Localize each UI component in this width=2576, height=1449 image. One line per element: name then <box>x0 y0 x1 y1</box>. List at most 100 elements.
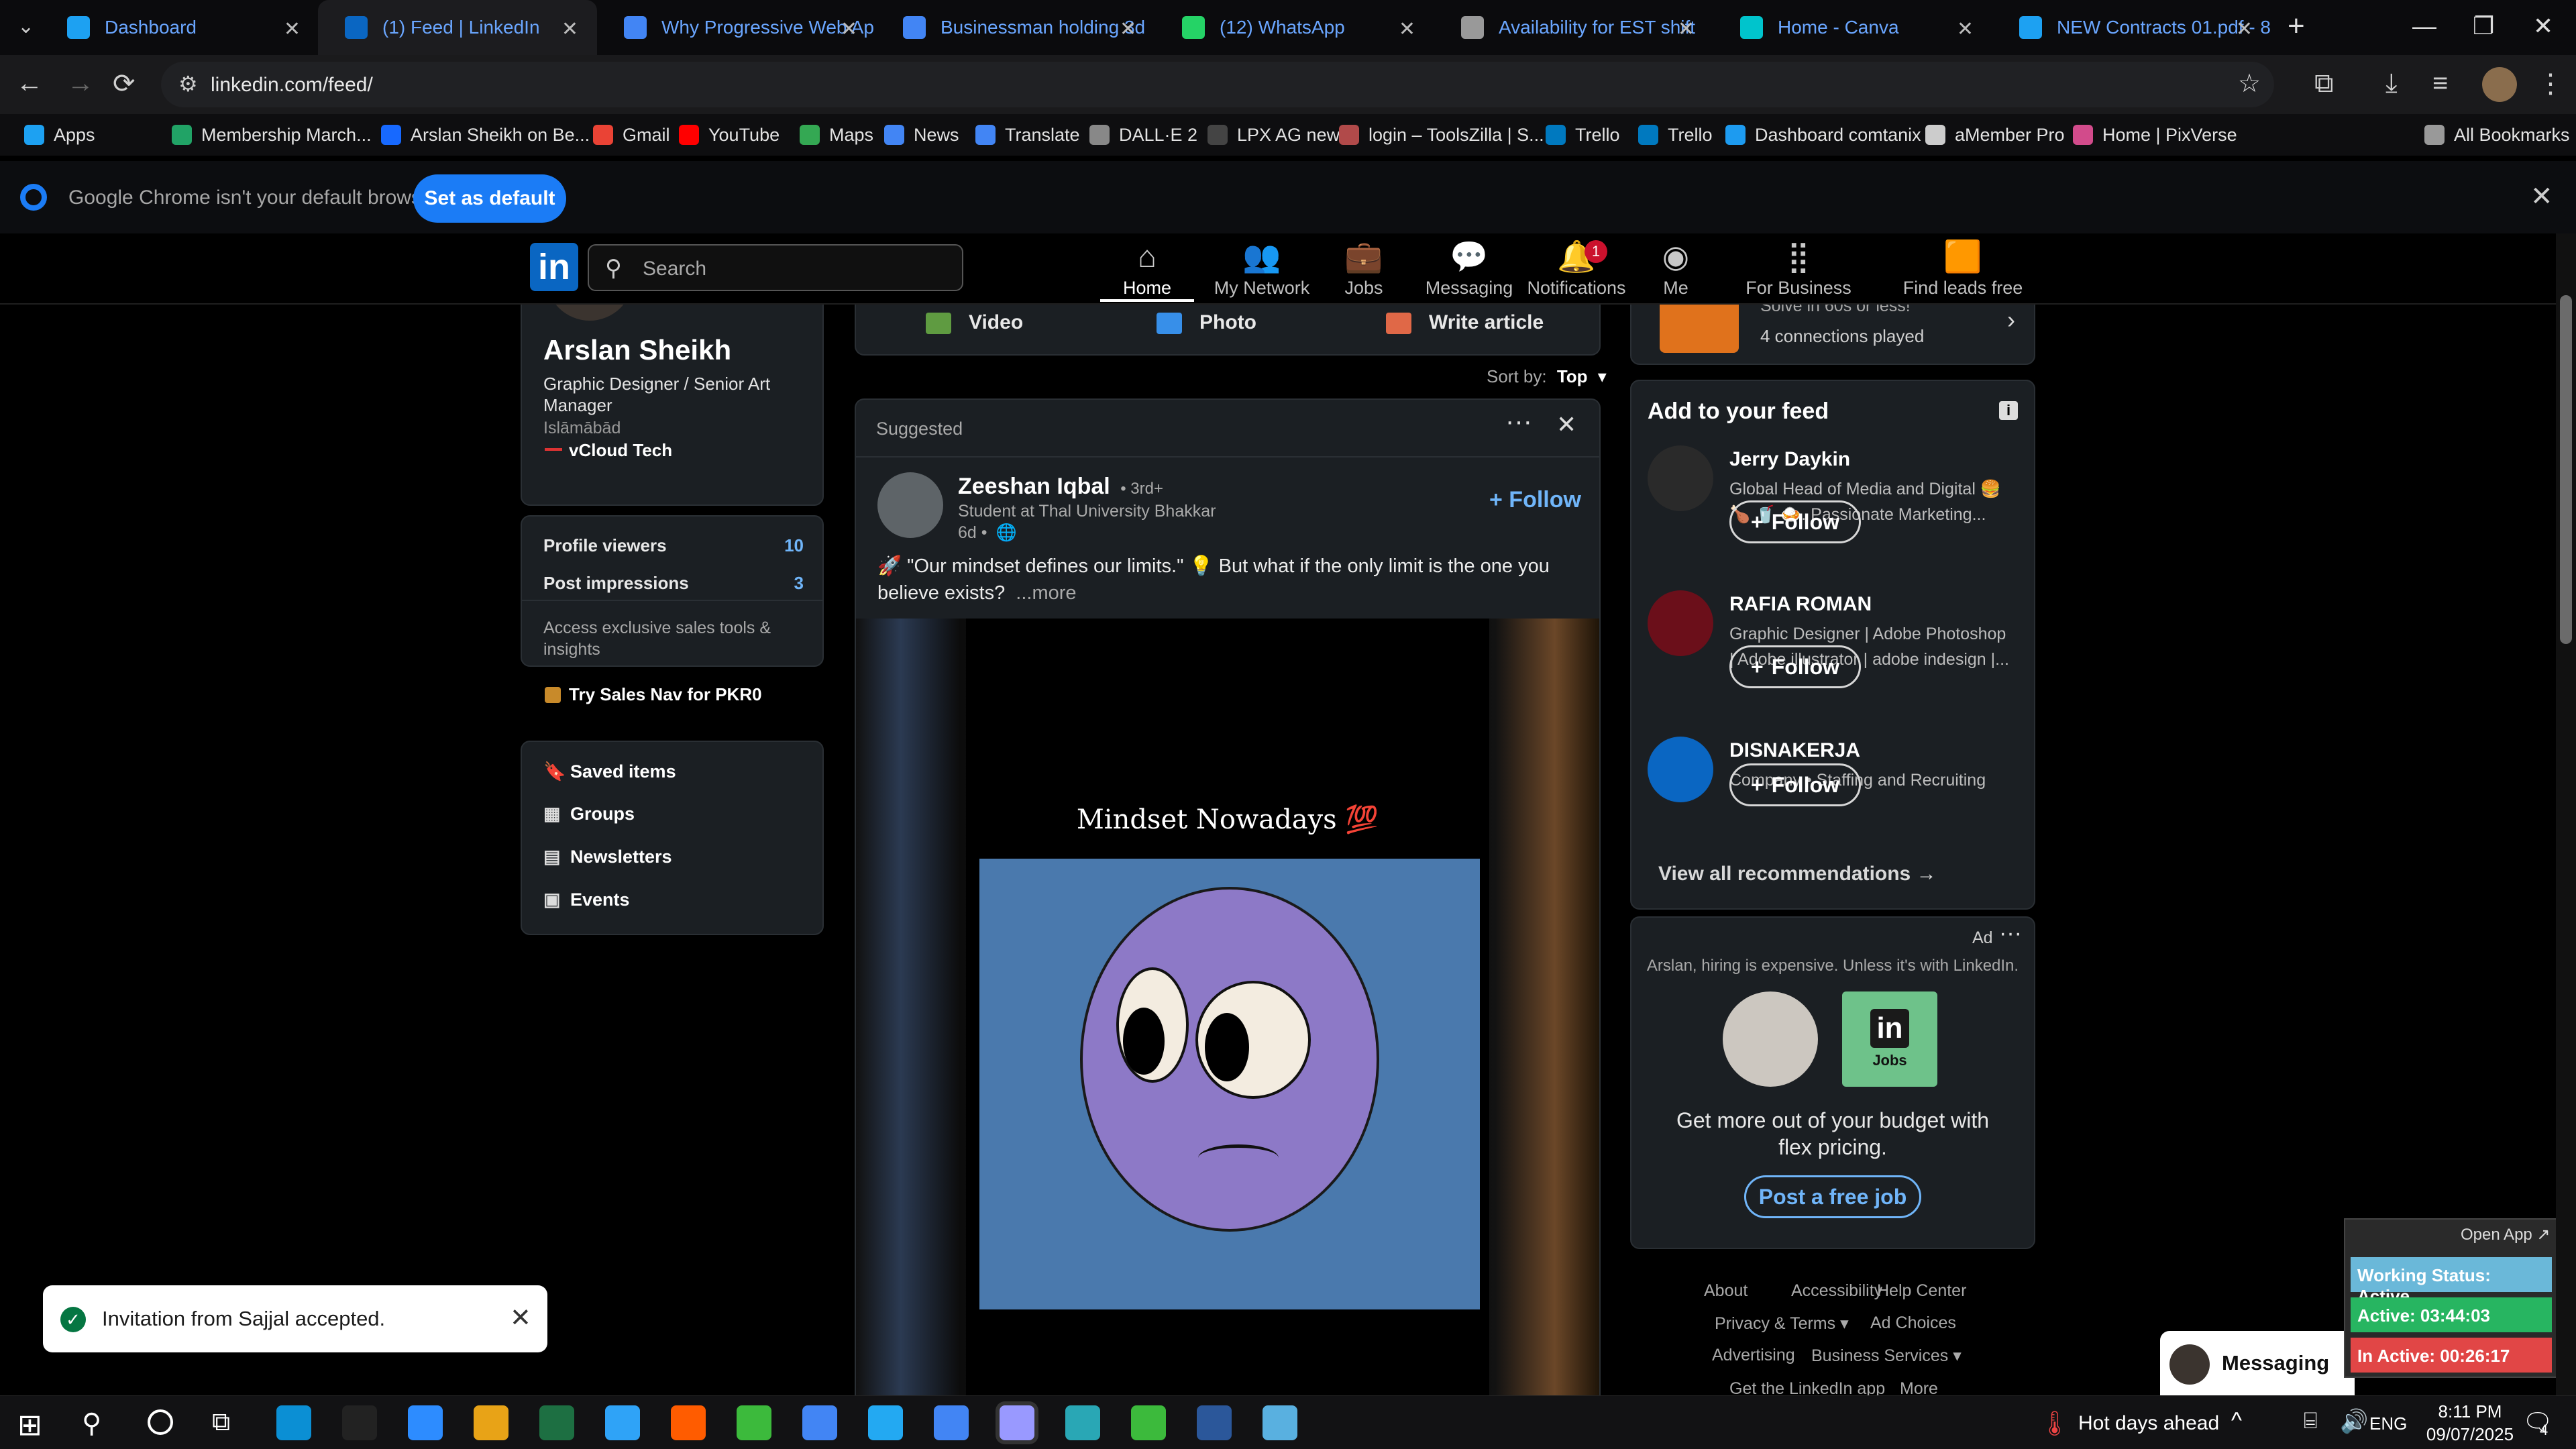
app-icon[interactable] <box>1197 1405 1232 1440</box>
profile-avatar[interactable] <box>546 305 633 321</box>
bookmark-star-icon[interactable]: ☆ <box>2238 68 2261 99</box>
extensions-icon[interactable]: ⧉ <box>2314 68 2334 99</box>
sales-promo-link[interactable]: Try Sales Nav for PKR0 <box>569 684 762 705</box>
set-default-button[interactable]: Set as default <box>413 174 566 223</box>
profile-card[interactable]: Arslan Sheikh Graphic Designer / Senior … <box>521 305 824 506</box>
volume-icon[interactable]: 🔊 <box>2340 1408 2368 1435</box>
stat-label[interactable]: Profile viewers <box>543 535 667 556</box>
footer-link[interactable]: More <box>1900 1379 1938 1395</box>
word-icon[interactable] <box>1263 1405 1297 1440</box>
forward-icon[interactable]: → <box>67 68 94 99</box>
bookmark-10[interactable]: LPX AG new <box>1208 122 1340 148</box>
tab-close-icon[interactable]: ✕ <box>2236 17 2253 41</box>
new-tab-button[interactable]: + <box>2288 9 2305 43</box>
illustrator-icon[interactable] <box>737 1405 771 1440</box>
bookmark-6[interactable]: Maps <box>800 122 873 148</box>
vscode-icon[interactable] <box>934 1405 969 1440</box>
profile-name[interactable]: Arslan Sheikh <box>543 334 731 366</box>
tab-7[interactable]: Home - Canva ✕ <box>1713 0 1992 55</box>
chevron-right-icon[interactable]: › <box>2007 306 2015 334</box>
back-icon[interactable]: ← <box>16 68 43 99</box>
windows-start-icon[interactable]: ⊞ <box>17 1408 42 1442</box>
tab-3[interactable]: Why Progressive Web Ap ✕ <box>597 0 876 55</box>
bookmark-1[interactable]: Apps <box>24 122 95 148</box>
bookmark-8[interactable]: Translate <box>975 122 1080 148</box>
shortcut-saved-items[interactable]: 🔖 Saved items <box>543 761 676 782</box>
weather-text[interactable]: Hot days ahead <box>2078 1412 2219 1435</box>
close-icon[interactable]: ✕ <box>1556 411 1576 439</box>
site-info-icon[interactable]: ⚙ <box>178 71 198 97</box>
post-media[interactable]: Mindset Nowadays 💯 <box>856 619 1599 1395</box>
follow-button[interactable]: + Follow <box>1489 487 1581 513</box>
bookmark-5[interactable]: YouTube <box>679 122 780 148</box>
shortcut-newsletters[interactable]: ▤ Newsletters <box>543 847 672 867</box>
linkedin-logo[interactable]: in <box>530 243 578 291</box>
author-line[interactable]: Zeeshan Iqbal • 3rd+ <box>958 474 1163 500</box>
person-name[interactable]: DISNAKERJA <box>1729 739 1860 762</box>
nav-find-leads-free[interactable]: 🟧 Find leads free <box>1889 240 2037 302</box>
time-tracker-widget[interactable]: Open App ↗ Working Status: Active Active… <box>2344 1218 2557 1378</box>
footer-link[interactable]: Help Center <box>1877 1281 1966 1301</box>
bookmark-16[interactable]: Home | PixVerse <box>2073 122 2237 148</box>
person-avatar[interactable] <box>1648 445 1713 511</box>
tab-close-icon[interactable]: ✕ <box>1957 17 1974 41</box>
bookmark-9[interactable]: DALL·E 2 <box>1089 122 1197 148</box>
tab-4[interactable]: Businessman holding 3d ✕ <box>876 0 1155 55</box>
bookmark-3[interactable]: Arslan Sheikh on Be... <box>381 122 590 148</box>
footer-link[interactable]: Business Services ▾ <box>1811 1346 1962 1366</box>
see-more-link[interactable]: ...more <box>1016 582 1076 604</box>
profile-avatar[interactable] <box>2482 67 2517 102</box>
shortcut-events[interactable]: ▣ Events <box>543 890 630 910</box>
close-window-button[interactable]: ✕ <box>2533 12 2553 40</box>
app-icon[interactable] <box>1131 1405 1166 1440</box>
tab-5[interactable]: (12) WhatsApp ✕ <box>1155 0 1434 55</box>
tab-6[interactable]: Availability for EST shift ✕ <box>1434 0 1713 55</box>
bookmark-17[interactable]: All Bookmarks <box>2424 122 2570 148</box>
pen-icon[interactable] <box>342 1405 377 1440</box>
bookmark-13[interactable]: Trello <box>1638 122 1713 148</box>
chrome-menu-icon[interactable]: ⋮ <box>2537 68 2564 99</box>
language-indicator[interactable]: ENG <box>2369 1413 2407 1434</box>
downloads-icon[interactable]: ⤓ <box>2385 68 2398 99</box>
person-name[interactable]: RAFIA ROMAN <box>1729 593 1872 616</box>
game-card[interactable]: Solve in 60s or less! 4 connections play… <box>1630 305 2035 365</box>
composer-video[interactable]: Video <box>926 311 1023 335</box>
premiere-icon[interactable] <box>1065 1405 1100 1440</box>
nav-messaging[interactable]: 💬 Messaging <box>1415 240 1523 302</box>
person-name[interactable]: Jerry Daykin <box>1729 448 1850 471</box>
page-scrollbar[interactable] <box>2556 233 2576 1395</box>
bookmark-7[interactable]: News <box>884 122 959 148</box>
close-icon[interactable]: ✕ <box>2530 181 2553 212</box>
composer-photo[interactable]: Photo <box>1157 311 1256 335</box>
edge-icon[interactable] <box>276 1405 311 1440</box>
stat-value[interactable]: 3 <box>784 573 804 594</box>
composer-write-article[interactable]: Write article <box>1386 311 1544 335</box>
person-avatar[interactable] <box>1648 590 1713 656</box>
tab-1[interactable]: Dashboard ✕ <box>40 0 319 55</box>
messaging-overlay[interactable]: Messaging <box>2160 1331 2355 1395</box>
media-controls-icon[interactable]: ≡ <box>2432 68 2448 99</box>
task-view-icon[interactable]: ⧉ <box>212 1408 230 1437</box>
excel-icon[interactable] <box>605 1405 640 1440</box>
bookmark-2[interactable]: Membership March... <box>172 122 372 148</box>
view-all-recommendations-link[interactable]: View all recommendations → <box>1658 863 1937 885</box>
stat-label[interactable]: Post impressions <box>543 573 689 594</box>
terminal-icon[interactable] <box>408 1405 443 1440</box>
scrollbar-thumb[interactable] <box>2560 295 2572 644</box>
person-avatar[interactable] <box>1648 737 1713 802</box>
nav-for-business[interactable]: ⣿ For Business <box>1741 240 1856 302</box>
footer-link[interactable]: Accessibility <box>1791 1281 1882 1301</box>
tab-8[interactable]: NEW Contracts 01.pdf - 8 ✕ <box>1992 0 2271 55</box>
search-input[interactable]: ⚲ Search <box>588 244 963 291</box>
tab-close-icon[interactable]: ✕ <box>1678 17 1695 41</box>
author-name[interactable]: Zeeshan Iqbal <box>958 474 1110 499</box>
tab-2[interactable]: (1) Feed | LinkedIn ✕ <box>318 0 597 55</box>
restore-button[interactable]: ❐ <box>2473 12 2494 40</box>
open-app-link[interactable]: Open App ↗ <box>2461 1225 2551 1244</box>
more-options-icon[interactable]: ··· <box>1999 920 2022 947</box>
nav-me[interactable]: ◉ Me <box>1642 240 1709 302</box>
close-icon[interactable]: ✕ <box>510 1303 531 1333</box>
footer-link[interactable]: Advertising <box>1712 1346 1795 1365</box>
photoshop-icon[interactable] <box>671 1405 706 1440</box>
chrome-active-icon[interactable] <box>1000 1405 1034 1440</box>
